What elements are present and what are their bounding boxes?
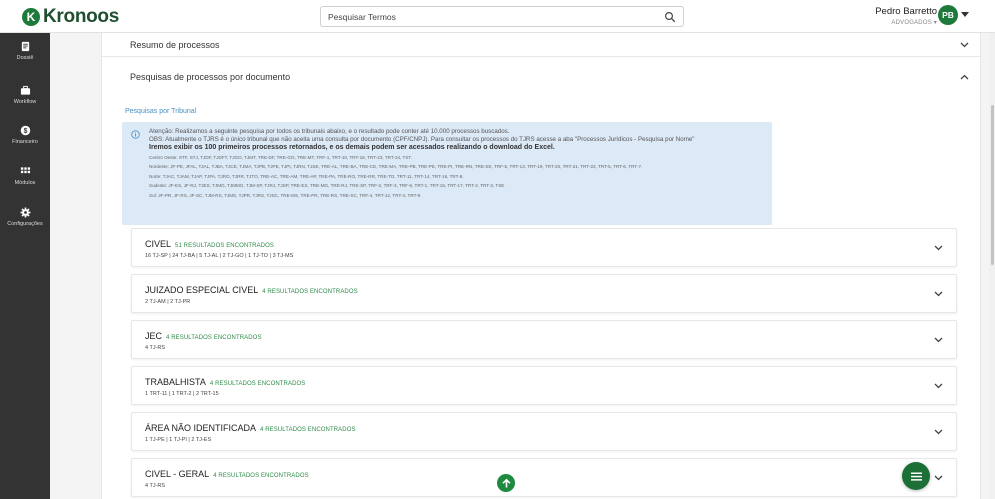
app-logo[interactable]: K Kronoos [22,6,120,27]
region-list: Norte: TJAC, TJAM, TJAP, TJPA, TJRO, TJR… [149,173,464,179]
main-panel: Resumo de processos Pesquisas de process… [101,33,981,499]
section-subtitle: Pesquisas por Tribunal [125,108,197,115]
result-card-trabalhista[interactable]: TRABALHISTA 4 RESULTADOS ENCONTRADOS 1 TR… [131,366,957,405]
region-list: Sul: JF-PR, JF-RS, JF-SC, TJM-RS, TJMS, … [149,192,422,198]
result-card-civel-geral[interactable]: CIVEL - GERAL 4 RESULTADOS ENCONTRADOS 4 … [131,458,957,497]
sidebar-item-label: Configurações [7,221,43,227]
search-box [320,6,684,27]
svg-text:$: $ [23,128,27,135]
sidebar-item-label: Financeiro [12,139,38,145]
result-courts: 16 TJ-SP | 24 TJ-BA | 5 TJ-AL | 2 TJ-GO … [145,253,294,259]
caret-down-icon[interactable] [961,12,969,17]
result-title: CIVEL - GERAL [145,469,210,479]
chevron-down-icon[interactable] [960,42,969,48]
result-count: 4 RESULTADOS ENCONTRADOS [166,335,262,341]
app-name: Kronoos [43,6,120,27]
result-courts: 1 TJ-PE | 1 TJ-PI | 2 TJ-ES [145,437,212,443]
result-count: 51 RESULTADOS ENCONTRADOS [175,243,274,249]
grid-icon [20,167,30,174]
region-list: Sudeste: JF-ES, JF-RJ, TJES, TJMG, TJMMG… [149,183,505,189]
logo-mark: K [22,8,40,26]
gear-icon [20,207,30,218]
accordion-title: Pesquisas de processos por documento [130,72,291,82]
user-role: ADVOGADOS ▾ [891,20,937,26]
user-menu[interactable]: Pedro Barretto ADVOGADOS ▾ PB [875,4,969,26]
menu-fab-button[interactable] [902,462,930,490]
region-list: Nordeste: JF-PE, JFAL, TJAL, TJBA, TJCE,… [149,164,643,170]
avatar[interactable]: PB [938,5,958,25]
chevron-down-icon[interactable] [934,429,943,435]
result-card-juizado-especial-civel[interactable]: JUIZADO ESPECIAL CIVEL 4 RESULTADOS ENCON… [131,274,957,313]
top-bar: K Kronoos Pedro Barretto ADVOGADOS ▾ PB [0,0,995,33]
user-name: Pedro Barretto [875,6,937,17]
sidebar-item-label: Workflow [13,99,37,105]
dossier-icon [21,41,29,52]
sidebar: Dossiê Workflow $ Financeiro Módulos Con… [0,33,50,499]
sidebar-item-workflow[interactable]: Workflow [0,83,50,117]
region-list: Centro Oeste: STF, STJ, TJDF, TJDFT, TJG… [149,154,412,160]
result-title: ÁREA NÃO IDENTIFICADA [145,423,257,433]
result-title: JUIZADO ESPECIAL CIVEL [145,285,259,295]
result-card-jec[interactable]: JEC 4 RESULTADOS ENCONTRADOS 4 TJ-RS [131,320,957,359]
accordion-resumo[interactable]: Resumo de processos [102,33,980,57]
result-courts: 4 TJ-RS [145,483,166,489]
search-icon[interactable] [664,11,676,23]
result-title: JEC [145,331,163,341]
menu-icon [910,472,922,481]
info-alert: Atenção: Realizamos a seguinte pesquisa … [122,122,772,225]
scroll-top-button[interactable] [497,474,515,492]
chevron-up-icon[interactable] [960,74,969,80]
briefcase-icon [20,85,30,95]
sidebar-item-dossie[interactable]: Dossiê [0,39,50,73]
scrollbar-thumb[interactable] [991,105,994,265]
info-line: Atenção: Realizamos a seguinte pesquisa … [149,128,510,135]
chevron-down-icon[interactable] [934,475,943,481]
result-card-civel[interactable]: CIVEL 51 RESULTADOS ENCONTRADOS 16 TJ-SP … [131,228,957,267]
sidebar-item-label: Dossiê [16,55,34,61]
chevron-down-icon[interactable] [934,337,943,343]
page-scrollbar[interactable] [989,33,995,499]
arrow-up-icon [501,478,511,487]
info-line: OBS: Atualmente o TJRS é o único tribuna… [149,136,695,144]
sidebar-item-financeiro[interactable]: $ Financeiro [0,123,50,157]
result-title: TRABALHISTA [145,377,206,387]
chevron-down-icon[interactable] [934,291,943,297]
search-input[interactable] [321,7,651,27]
info-line-emphasis: Iremos exibir os 100 primeiros processos… [149,144,555,152]
result-count: 4 RESULTADOS ENCONTRADOS [209,381,306,387]
accordion-pesquisas[interactable]: Pesquisas de processos por documento [102,65,980,89]
sidebar-item-configuracoes[interactable]: Configurações [0,205,50,239]
info-icon [131,130,140,139]
result-count: 4 RESULTADOS ENCONTRADOS [262,289,358,295]
accordion-title: Resumo de processos [130,40,220,50]
result-card-area-nao-identificada[interactable]: ÁREA NÃO IDENTIFICADA 4 RESULTADOS ENCONT… [131,412,957,451]
chevron-down-icon[interactable] [934,383,943,389]
sidebar-item-modulos[interactable]: Módulos [0,164,50,198]
result-count: 4 RESULTADOS ENCONTRADOS [213,473,309,479]
sidebar-item-label: Módulos [14,180,36,186]
chevron-down-icon[interactable] [934,245,943,251]
result-courts: 4 TJ-RS [145,345,166,351]
dollar-icon: $ [20,125,30,136]
result-courts: 2 TJ-AM | 2 TJ-PR [145,299,191,305]
result-courts: 1 TRT-11 | 1 TRT-2 | 2 TRT-15 [145,391,219,397]
result-title: CIVEL [145,239,172,249]
result-count: 4 RESULTADOS ENCONTRADOS [260,427,356,433]
